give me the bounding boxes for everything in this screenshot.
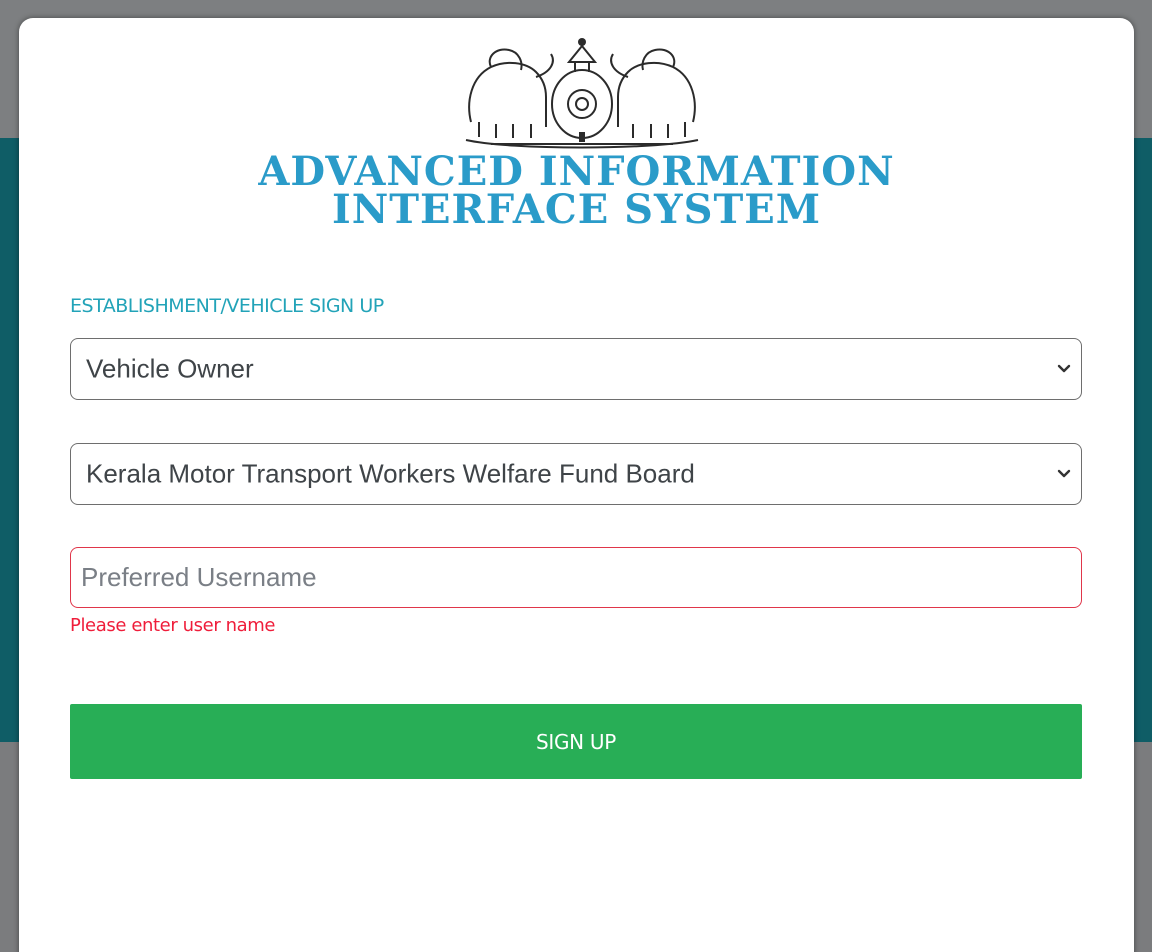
board-select-value: Kerala Motor Transport Workers Welfare F…: [86, 458, 695, 489]
sign-up-button[interactable]: SIGN UP: [70, 704, 1082, 779]
username-input[interactable]: [70, 547, 1082, 608]
chevron-down-icon: [1057, 364, 1071, 373]
signup-modal: ADVANCED INFORMATION INTERFACE SYSTEM ES…: [19, 18, 1134, 952]
logo-title-line2: INTERFACE SYSTEM: [332, 186, 821, 233]
user-type-select-value: Vehicle Owner: [86, 353, 254, 384]
form-heading: ESTABLISHMENT/VEHICLE SIGN UP: [70, 295, 384, 317]
kerala-state-emblem-icon: [465, 38, 699, 149]
user-type-select[interactable]: Vehicle Owner: [70, 338, 1082, 400]
board-select[interactable]: Kerala Motor Transport Workers Welfare F…: [70, 443, 1082, 505]
chevron-down-icon: [1057, 469, 1071, 478]
username-error-message: Please enter user name: [70, 615, 276, 636]
